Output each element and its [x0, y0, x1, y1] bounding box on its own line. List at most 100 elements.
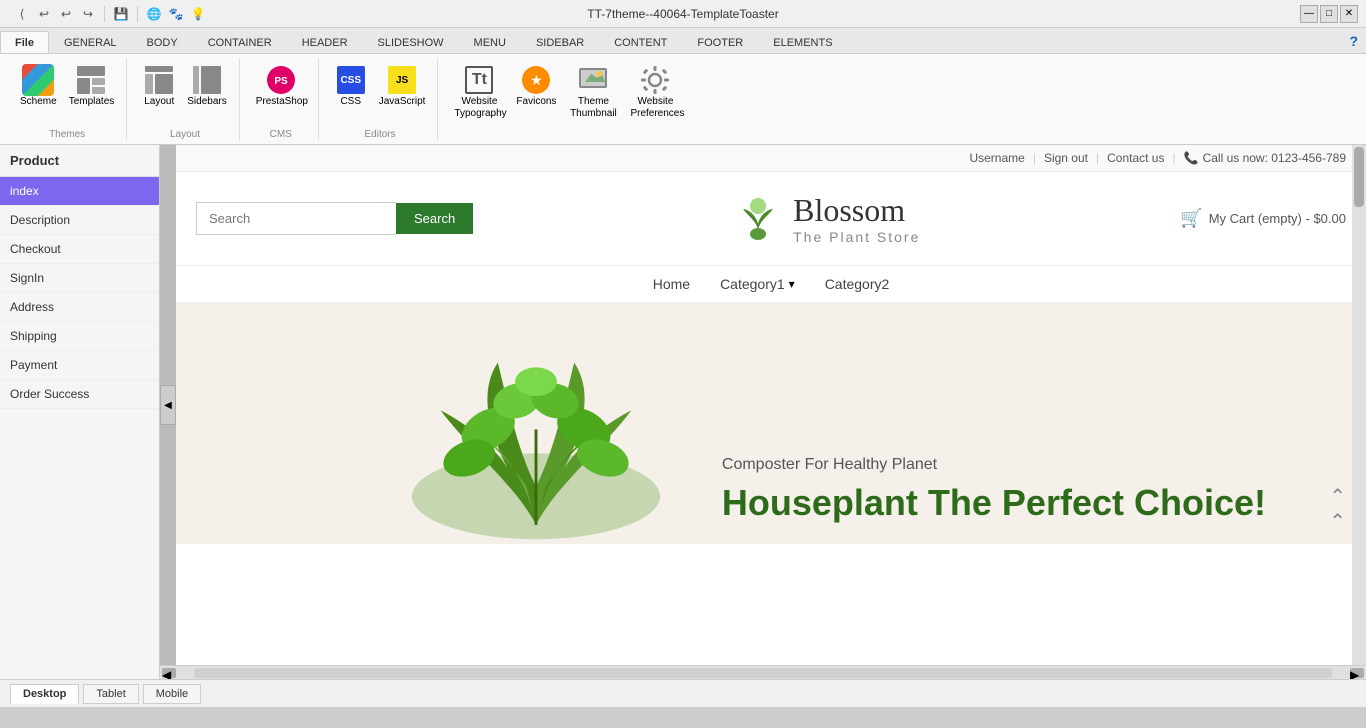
sidebars-icon: [191, 64, 223, 96]
website-typography-button[interactable]: Tt Website Typography: [450, 62, 508, 122]
cart-text: My Cart (empty) - $0.00: [1209, 211, 1346, 226]
sidebar-item-index[interactable]: index: [0, 177, 159, 206]
scheme-button[interactable]: Scheme: [16, 62, 61, 110]
js-icon-badge: JS: [388, 66, 416, 94]
sidebar-item-signin[interactable]: SignIn: [0, 264, 159, 293]
back-icon[interactable]: ⟨: [12, 5, 32, 23]
javascript-label: JavaScript: [379, 96, 426, 108]
css-button[interactable]: CSS CSS: [331, 62, 371, 110]
website-typography-label: Website Typography: [454, 96, 504, 120]
tab-desktop[interactable]: Desktop: [10, 684, 79, 704]
close-button[interactable]: ✕: [1340, 5, 1358, 23]
redo-icon[interactable]: ↪: [78, 5, 98, 23]
preview-topbar: Username | Sign out | Contact us | 📞 Cal…: [176, 145, 1366, 172]
tab-elements[interactable]: ELEMENTS: [758, 31, 847, 53]
tab-content[interactable]: CONTENT: [599, 31, 682, 53]
nav-home[interactable]: Home: [653, 276, 690, 292]
save-icon[interactable]: 💾: [111, 5, 131, 23]
scroll-left-btn[interactable]: ◀: [162, 668, 176, 678]
undo2-icon[interactable]: ↩: [56, 5, 76, 23]
javascript-button[interactable]: JS JavaScript: [375, 62, 430, 110]
hero-subtitle: Composter For Healthy Planet: [722, 456, 1266, 474]
divider-3: |: [1172, 151, 1175, 165]
minimize-button[interactable]: —: [1300, 5, 1318, 23]
maximize-button[interactable]: □: [1320, 5, 1338, 23]
nav-category1-link[interactable]: Category1: [720, 276, 785, 292]
tab-header[interactable]: HEADER: [287, 31, 363, 53]
ribbon: File GENERAL BODY CONTAINER HEADER SLIDE…: [0, 28, 1366, 145]
js-icon: JS: [386, 64, 418, 96]
title-bar-controls[interactable]: — □ ✕: [1300, 5, 1358, 23]
sidebar-item-payment[interactable]: Payment: [0, 351, 159, 380]
sidebar-item-description[interactable]: Description: [0, 206, 159, 235]
logo-main-text: Blossom: [793, 192, 920, 229]
tab-sidebar[interactable]: SIDEBAR: [521, 31, 599, 53]
templates-button[interactable]: Templates: [65, 62, 119, 110]
logo-text: Blossom The Plant Store: [793, 192, 920, 245]
tab-menu[interactable]: MENU: [459, 31, 521, 53]
hero-plant: [376, 324, 696, 544]
nav-dropdown-icon: ▾: [789, 277, 795, 291]
thumbnail-icon: [577, 64, 609, 96]
preview-header: Search Blossom The Plant Store: [176, 172, 1366, 266]
hero-text: Composter For Healthy Planet Houseplant …: [722, 456, 1266, 524]
tab-file[interactable]: File: [0, 31, 49, 53]
help-icon[interactable]: ?: [1341, 29, 1366, 53]
scheme-label: Scheme: [20, 96, 57, 108]
ribbon-group-layout: Layout Sidebars Layout: [131, 58, 239, 140]
phone-info: 📞 Call us now: 0123-456-789: [1184, 151, 1346, 165]
bulb-icon[interactable]: 💡: [188, 5, 208, 23]
logo: Blossom The Plant Store: [733, 192, 920, 245]
svg-text:PS: PS: [274, 76, 288, 87]
ribbon-content: Scheme Templates Themes: [0, 54, 1366, 144]
prestashop-button[interactable]: PS PrestaShop: [252, 62, 310, 110]
cart-widget[interactable]: 🛒 My Cart (empty) - $0.00: [1180, 208, 1346, 229]
css-label: CSS: [340, 96, 361, 108]
divider-1: |: [1033, 151, 1036, 165]
theme-thumbnail-label: Theme Thumbnail: [568, 96, 618, 120]
ribbon-group-tools: Tt Website Typography ★ Favicons: [442, 58, 692, 140]
editors-group-label: Editors: [331, 127, 430, 140]
contact-link[interactable]: Contact us: [1107, 151, 1164, 165]
undo-icon[interactable]: ↩: [34, 5, 54, 23]
tab-general[interactable]: GENERAL: [49, 31, 132, 53]
website-preview: Username | Sign out | Contact us | 📞 Cal…: [176, 145, 1366, 665]
search-input[interactable]: [196, 202, 396, 235]
layout-button[interactable]: Layout: [139, 62, 179, 110]
nav-category2[interactable]: Category2: [825, 276, 890, 292]
sidebars-label: Sidebars: [187, 96, 226, 108]
sidebar-item-address[interactable]: Address: [0, 293, 159, 322]
theme-thumbnail-button[interactable]: Theme Thumbnail: [564, 62, 622, 122]
sidebars-button[interactable]: Sidebars: [183, 62, 230, 110]
favicons-button[interactable]: ★ Favicons: [512, 62, 560, 110]
canvas-collapse-button[interactable]: ◀: [160, 385, 176, 425]
ribbon-tabs: File GENERAL BODY CONTAINER HEADER SLIDE…: [0, 28, 1366, 54]
scroll-up-button[interactable]: ⌃⌃: [1329, 484, 1346, 534]
tab-slideshow[interactable]: SLIDESHOW: [363, 31, 459, 53]
sidebar-item-shipping[interactable]: Shipping: [0, 322, 159, 351]
themes-group-label: Themes: [16, 127, 118, 140]
tab-body[interactable]: BODY: [132, 31, 193, 53]
preview-container[interactable]: Username | Sign out | Contact us | 📞 Cal…: [160, 145, 1366, 665]
logo-sub-text: The Plant Store: [793, 229, 920, 245]
tab-container[interactable]: CONTAINER: [193, 31, 287, 53]
scrollbar-right[interactable]: [1352, 145, 1366, 665]
tab-mobile[interactable]: Mobile: [143, 684, 201, 704]
sidebar-item-order-success[interactable]: Order Success: [0, 380, 159, 409]
tab-footer[interactable]: FOOTER: [682, 31, 758, 53]
username-link[interactable]: Username: [969, 151, 1024, 165]
scroll-track[interactable]: [194, 668, 1332, 678]
favicons-icon: ★: [520, 64, 552, 96]
scroll-right-btn[interactable]: ▶: [1350, 668, 1364, 678]
globe-icon[interactable]: 🌐: [144, 5, 164, 23]
layout-label: Layout: [144, 96, 174, 108]
search-button[interactable]: Search: [396, 203, 473, 234]
signout-link[interactable]: Sign out: [1044, 151, 1088, 165]
layout-items: Layout Sidebars: [139, 58, 230, 125]
sidebar-item-checkout[interactable]: Checkout: [0, 235, 159, 264]
nav-category1[interactable]: Category1 ▾: [720, 276, 795, 292]
title-bar-left: ⟨ ↩ ↩ ↪ 💾 🌐 🐾 💡: [8, 5, 212, 23]
paw-icon[interactable]: 🐾: [166, 5, 186, 23]
tab-tablet[interactable]: Tablet: [83, 684, 138, 704]
website-preferences-button[interactable]: Website Preferences: [626, 62, 684, 122]
